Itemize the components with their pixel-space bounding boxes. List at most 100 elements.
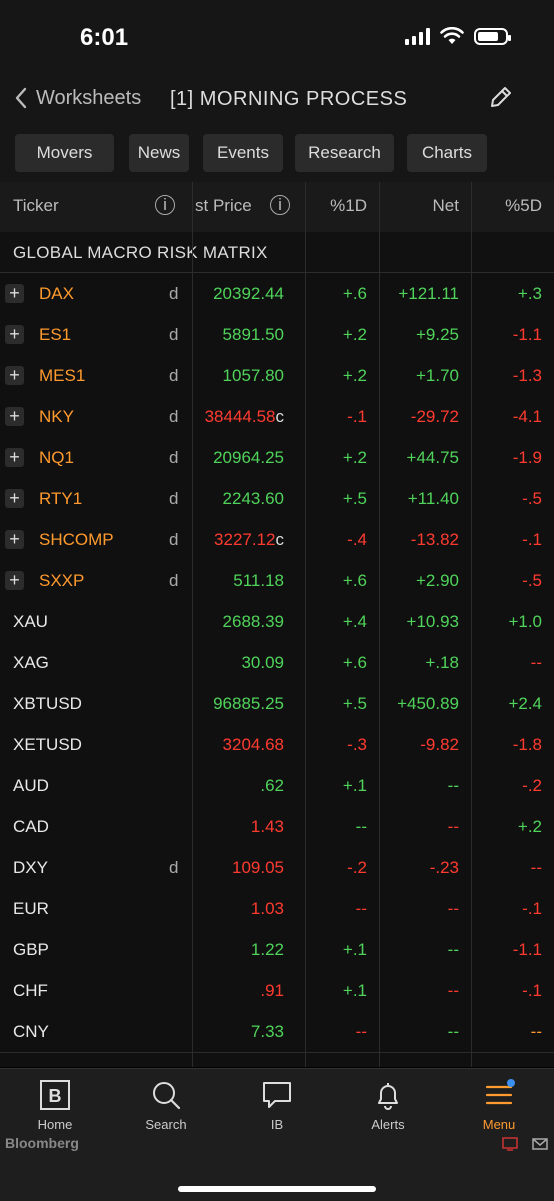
- ticker-cell[interactable]: SHCOMP: [39, 530, 114, 550]
- ticker-cell[interactable]: SXXP: [39, 571, 84, 591]
- pct-5d-cell: -.1: [522, 981, 542, 1000]
- page-title: [1] MORNING PROCESS: [170, 88, 408, 110]
- ticker-cell[interactable]: CHF: [13, 981, 48, 1001]
- pct-5d-cell: -1.1: [512, 940, 542, 959]
- column-header-pct1d[interactable]: %1D: [330, 196, 367, 216]
- ticker-cell[interactable]: XETUSD: [13, 735, 82, 755]
- ticker-cell[interactable]: EUR: [13, 899, 49, 919]
- ticker-cell[interactable]: XBTUSD: [13, 694, 82, 714]
- ticker-cell[interactable]: RTY1: [39, 489, 82, 509]
- price-value: 2243.60: [222, 489, 284, 508]
- column-header-ticker[interactable]: Ticker: [13, 196, 59, 216]
- pct-5d-cell: +.3: [517, 284, 542, 303]
- net-change-cell: --: [447, 899, 459, 918]
- net-change-cell: -9.82: [420, 735, 459, 754]
- last-price-cell: .62: [260, 776, 284, 796]
- last-price-cell: 109.05: [232, 858, 284, 878]
- pct-1d-cell: --: [355, 817, 367, 836]
- bloomberg-logo: Bloomberg: [5, 1135, 79, 1151]
- price-value: 2688.39: [222, 612, 284, 631]
- ticker-cell[interactable]: DAX: [39, 284, 74, 304]
- ticker-cell[interactable]: DXY: [13, 858, 48, 878]
- delayed-indicator: d: [169, 325, 179, 344]
- expand-plus-icon[interactable]: +: [5, 325, 24, 344]
- ticker-cell[interactable]: ES1: [39, 325, 71, 345]
- tab-charts[interactable]: Charts: [407, 134, 487, 172]
- nav-home-label: Home: [37, 1117, 73, 1132]
- price-value: 1.22: [250, 940, 284, 959]
- pct-1d-cell: -.2: [347, 858, 367, 877]
- tab-events[interactable]: Events: [203, 134, 283, 172]
- delayed-indicator: d: [169, 284, 179, 303]
- nav-ib[interactable]: IB: [237, 1079, 317, 1132]
- pct-5d-cell: -1.3: [512, 366, 542, 385]
- last-price-cell: 5891.50: [223, 325, 284, 345]
- home-indicator: [178, 1186, 376, 1192]
- mail-icon[interactable]: [532, 1137, 548, 1151]
- nav-menu[interactable]: Menu: [459, 1079, 539, 1132]
- price-value: 1057.80: [222, 366, 284, 385]
- back-button[interactable]: Worksheets: [14, 86, 141, 110]
- delayed-indicator: d: [169, 530, 179, 549]
- ticker-cell[interactable]: CNY: [13, 1022, 49, 1042]
- pct-5d-cell: -.2: [522, 776, 542, 795]
- last-price-cell: 511.18: [233, 571, 284, 591]
- net-change-cell: +44.75: [406, 448, 459, 467]
- info-icon[interactable]: i: [155, 195, 175, 215]
- nav-search[interactable]: Search: [126, 1079, 206, 1132]
- nav-search-label: Search: [145, 1117, 187, 1132]
- expand-plus-icon[interactable]: +: [5, 448, 24, 467]
- expand-plus-icon[interactable]: +: [5, 407, 24, 426]
- edit-pencil-icon[interactable]: [488, 84, 514, 110]
- ticker-cell[interactable]: NKY: [39, 407, 74, 427]
- ticker-cell[interactable]: AUD: [13, 776, 49, 796]
- last-price-cell: 2688.39: [223, 612, 284, 632]
- pct-1d-cell: -.4: [347, 530, 367, 549]
- nav-home[interactable]: B Home: [15, 1079, 95, 1132]
- price-suffix: c: [275, 407, 285, 426]
- worksheet-grid[interactable]: Ticker i st Price i %1D Net %5D GLOBAL M…: [0, 182, 554, 1067]
- cellular-signal-icon: [405, 27, 430, 45]
- status-bar: 6:01: [0, 0, 554, 72]
- net-change-cell: +10.93: [406, 612, 459, 631]
- price-value: 30.09: [241, 653, 284, 672]
- column-header-net[interactable]: Net: [433, 196, 459, 216]
- ticker-cell[interactable]: NQ1: [39, 448, 74, 468]
- nav-alerts[interactable]: Alerts: [348, 1079, 428, 1132]
- column-header-pct5d[interactable]: %5D: [505, 196, 542, 216]
- price-value: 511.18: [233, 571, 284, 590]
- expand-plus-icon[interactable]: +: [5, 284, 24, 303]
- pct-5d-cell: --: [530, 653, 542, 672]
- tab-news[interactable]: News: [129, 134, 189, 172]
- last-price-cell: 20964.25: [213, 448, 284, 468]
- ticker-cell[interactable]: XAU: [13, 612, 48, 632]
- pct-1d-cell: +.6: [342, 571, 367, 590]
- ticker-cell[interactable]: MES1: [39, 366, 85, 386]
- pct-5d-cell: -1.1: [512, 325, 542, 344]
- column-header-price[interactable]: st Price: [195, 196, 252, 216]
- price-suffix: c: [275, 530, 285, 549]
- expand-plus-icon[interactable]: +: [5, 489, 24, 508]
- expand-plus-icon[interactable]: +: [5, 366, 24, 385]
- last-price-cell: 3204.68: [223, 735, 284, 755]
- screen-share-icon[interactable]: [502, 1137, 518, 1151]
- delayed-indicator: d: [169, 407, 179, 426]
- ticker-cell[interactable]: CAD: [13, 817, 49, 837]
- expand-plus-icon[interactable]: +: [5, 530, 24, 549]
- menu-icon: [485, 1079, 515, 1105]
- price-value: .91: [260, 981, 284, 1000]
- ticker-cell[interactable]: GBP: [13, 940, 49, 960]
- pct-1d-cell: +.2: [342, 366, 367, 385]
- info-icon[interactable]: i: [270, 195, 290, 215]
- tab-movers[interactable]: Movers: [15, 134, 114, 172]
- ticker-cell[interactable]: XAG: [13, 653, 49, 673]
- last-price-cell: 1057.80: [223, 366, 284, 386]
- chat-bubble-icon: [263, 1082, 291, 1108]
- status-icons: [405, 27, 511, 45]
- net-change-cell: +9.25: [415, 325, 459, 344]
- pct-5d-cell: +2.4: [508, 694, 542, 713]
- pct-1d-cell: -.1: [347, 407, 367, 426]
- expand-plus-icon[interactable]: +: [5, 571, 24, 590]
- tab-research[interactable]: Research: [295, 134, 394, 172]
- search-icon: [153, 1082, 181, 1110]
